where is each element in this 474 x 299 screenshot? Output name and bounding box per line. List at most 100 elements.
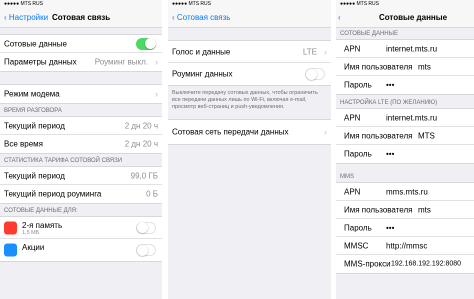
mmsc-row[interactable]: MMSC http://mmsc <box>336 237 474 255</box>
password-row[interactable]: Пароль ••• <box>336 145 474 163</box>
data-options-label: Параметры данных <box>4 57 77 67</box>
section-stats: СТАТИСТИКА ТАРИФА СОТОВОЙ СВЯЗИ <box>4 158 123 164</box>
password-label: Пароль <box>344 149 372 159</box>
app-usage: 1,5 МБ <box>22 230 40 236</box>
call-time-current-row: Текущий период 2 дн 20 ч <box>0 117 162 135</box>
roaming-footnote: Выключите передачу сотовых данных, чтобы… <box>172 90 318 110</box>
username-label: Имя пользователя <box>344 62 413 71</box>
call-time-group: Текущий период 2 дн 20 ч Все время 2 дн … <box>0 116 162 154</box>
back-label: Настройки <box>8 13 49 22</box>
app-label: Акции <box>22 243 45 252</box>
network-group: Сотовая сеть передачи данных › <box>168 119 331 145</box>
data-roaming-toggle[interactable] <box>305 68 325 80</box>
password-row[interactable]: Пароль ••• <box>336 219 474 237</box>
username-row[interactable]: Имя пользователя mts <box>336 201 474 219</box>
username-label: Имя пользователя <box>344 205 413 214</box>
call-time-all-label: Все время <box>4 139 43 149</box>
apn-row[interactable]: APN mms.mts.ru <box>336 183 474 201</box>
cellular-network-row[interactable]: Сотовая сеть передачи данных › <box>168 120 331 144</box>
chevron-right-icon: › <box>155 89 158 99</box>
cellular-data-row[interactable]: Сотовые данные <box>0 35 162 53</box>
username-value[interactable]: MTS <box>418 131 435 140</box>
cellular-data-group: APN internet.mts.ru Имя пользователя mts… <box>336 39 474 95</box>
modem-group: Режим модема › <box>0 84 162 104</box>
status-bar: ●●●●● MTS RUS <box>336 0 474 8</box>
password-row[interactable]: Пароль ••• <box>336 76 474 94</box>
cellular-main-group: Сотовые данные Параметры данных Роуминг … <box>0 34 162 72</box>
username-label: Имя пользователя <box>344 131 413 140</box>
nav-bar: ‹ Настройки Сотовая связь <box>0 8 162 28</box>
cellular-network-label: Сотовая сеть передачи данных <box>172 127 289 137</box>
cellular-network-screen: ●●●●● MTS RUS ‹ Сотовые данные СОТОВЫЕ Д… <box>336 0 474 299</box>
app-row: 2-я память 1,5 МБ <box>0 217 162 239</box>
apn-row[interactable]: APN internet.mts.ru <box>336 109 474 127</box>
page-title: Сотовые данные <box>378 13 448 22</box>
stats-current-value: 99,0 ГБ <box>130 171 158 180</box>
back-button-settings[interactable]: ‹ Настройки <box>4 13 48 22</box>
cellular-data-label: Сотовые данные <box>4 39 67 48</box>
section-call-time: ВРЕМЯ РАЗГОВОРА <box>4 108 62 114</box>
page-title: Сотовая связь <box>52 13 111 22</box>
apn-value[interactable]: mms.mts.ru <box>386 187 428 196</box>
stats-roaming-label: Текущий период роуминга <box>4 189 102 199</box>
voice-data-row[interactable]: Голос и данные LTE › <box>168 41 331 63</box>
apn-label: APN <box>344 187 361 196</box>
personal-hotspot-label: Режим модема <box>4 89 60 99</box>
data-options-screen: ●●●●● MTS RUS ‹ Сотовая связь Голос и да… <box>168 0 331 299</box>
section-apps: СОТОВЫЕ ДАННЫЕ ДЛЯ: <box>4 208 78 214</box>
apn-row[interactable]: APN internet.mts.ru <box>336 40 474 58</box>
chevron-right-icon: › <box>324 127 327 137</box>
chevron-right-icon: › <box>324 46 327 57</box>
app-label: 2-я память <box>22 221 63 230</box>
carrier-label: ●●●●● MTS RUS <box>340 1 379 7</box>
cellular-screen: ●●●●● MTS RUS ‹ Настройки Сотовая связь … <box>0 0 162 299</box>
password-value[interactable]: ••• <box>386 150 394 159</box>
mms-group: APN mms.mts.ru Имя пользователя mts Паро… <box>336 182 474 274</box>
back-button-cellular[interactable]: ‹ Сотовая связь <box>172 13 230 22</box>
data-options-group: Голос и данные LTE › Роуминг данных <box>168 40 331 86</box>
app-data-toggle[interactable] <box>136 244 156 256</box>
call-time-all-row: Все время 2 дн 20 ч <box>0 135 162 153</box>
apn-label: APN <box>344 44 361 53</box>
status-bar: ●●●●● MTS RUS <box>168 0 331 8</box>
data-roaming-row[interactable]: Роуминг данных <box>168 63 331 85</box>
memory-app-icon <box>4 221 17 234</box>
apps-group: 2-я память 1,5 МБ Акции <box>0 216 162 262</box>
app-data-toggle[interactable] <box>136 221 156 234</box>
nav-bar: ‹ Сотовые данные <box>336 8 474 28</box>
mms-proxy-label: MMS-прокси <box>344 259 391 269</box>
carrier-label: ●●●●● MTS RUS <box>172 1 211 7</box>
back-label: Сотовая связь <box>176 13 231 22</box>
personal-hotspot-row[interactable]: Режим модема › <box>0 85 162 103</box>
username-row[interactable]: Имя пользователя mts <box>336 58 474 76</box>
password-value[interactable]: ••• <box>386 223 394 232</box>
stats-roaming-row: Текущий период роуминга 0 Б <box>0 185 162 203</box>
call-time-current-value: 2 дн 20 ч <box>124 121 158 130</box>
apn-value[interactable]: internet.mts.ru <box>386 44 437 53</box>
mmsc-value[interactable]: http://mmsc <box>386 241 427 250</box>
mms-proxy-value[interactable]: 192.168.192.192:8080 <box>391 261 461 268</box>
password-label: Пароль <box>344 223 372 232</box>
mms-proxy-row[interactable]: MMS-прокси 192.168.192.192:8080 <box>336 255 474 273</box>
username-row[interactable]: Имя пользователя MTS <box>336 127 474 145</box>
cellular-data-toggle[interactable] <box>136 37 156 50</box>
stats-current-row: Текущий период 99,0 ГБ <box>0 167 162 185</box>
section-mms: MMS <box>340 174 354 180</box>
data-options-row[interactable]: Параметры данных Роуминг выкл. › <box>0 53 162 71</box>
stats-current-label: Текущий период <box>4 171 65 180</box>
stocks-app-icon <box>4 243 17 257</box>
apn-value[interactable]: internet.mts.ru <box>386 113 437 122</box>
username-value[interactable]: mts <box>418 205 431 214</box>
status-bar: ●●●●● MTS RUS <box>0 0 162 8</box>
chevron-right-icon: › <box>155 57 158 67</box>
voice-data-label: Голос и данные <box>172 47 231 56</box>
nav-bar: ‹ Сотовая связь <box>168 8 331 28</box>
stats-group: Текущий период 99,0 ГБ Текущий период ро… <box>0 166 162 204</box>
password-label: Пароль <box>344 80 372 90</box>
back-chevron-icon[interactable]: ‹ <box>338 13 341 22</box>
username-value[interactable]: mts <box>418 62 431 71</box>
app-row: Акции <box>0 239 162 261</box>
password-value[interactable]: ••• <box>386 81 394 90</box>
call-time-current-label: Текущий период <box>4 121 65 130</box>
carrier-label: ●●●●● MTS RUS <box>4 1 43 7</box>
